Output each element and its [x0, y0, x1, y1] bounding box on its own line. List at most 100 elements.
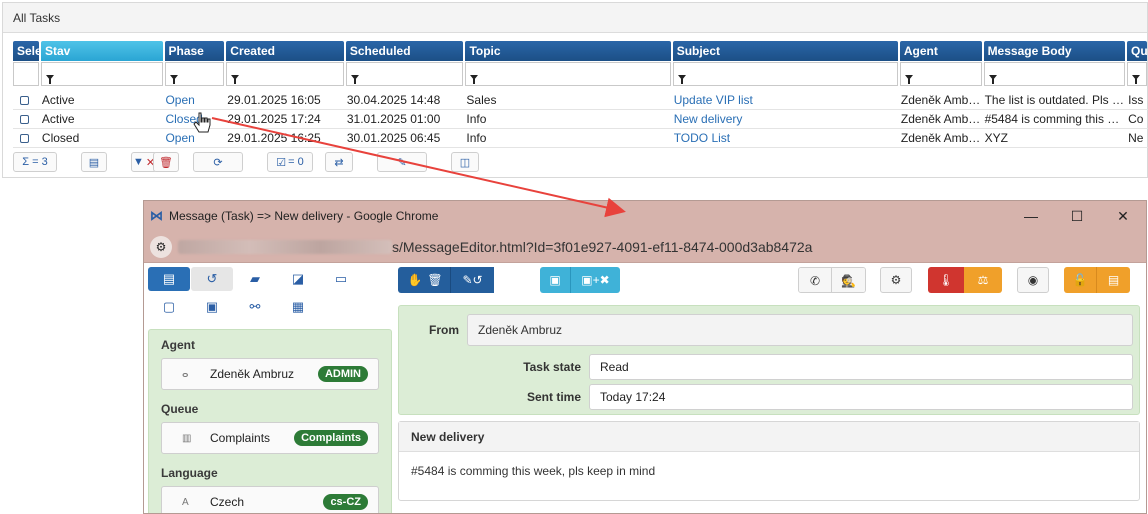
cell-phase-link[interactable]: Open — [164, 129, 224, 147]
url-bar[interactable]: ⚙ s/MessageEditor.html?Id=3f01e927-4091-… — [144, 231, 1146, 263]
filter-icon[interactable] — [988, 75, 997, 84]
tab-details-icon[interactable]: ▤ — [148, 267, 190, 291]
column-header-agent[interactable]: Agent — [899, 41, 982, 61]
column-header-select[interactable]: Sele — [13, 41, 39, 61]
row-checkbox[interactable] — [20, 115, 29, 124]
table-row[interactable]: Closed Open 29.01.2025 16:25 30.01.2025 … — [13, 129, 1148, 148]
grid-header-row: Sele Stav Phase Created Scheduled Topic … — [13, 41, 1148, 61]
url-text[interactable]: s/MessageEditor.html?Id=3f01e927-4091-ef… — [392, 239, 812, 255]
cell-subject-link[interactable]: New delivery — [673, 110, 898, 128]
tab-contact-card-icon[interactable]: ▭ — [320, 267, 362, 291]
export-icon[interactable]: ▤ — [81, 152, 107, 172]
delete-icon[interactable]: 🗑 — [153, 152, 179, 172]
task-state-value[interactable]: Read — [589, 354, 1133, 380]
window-title: Message (Task) => New delivery - Google … — [169, 209, 439, 223]
message-body[interactable]: #5484 is comming this week, pls keep in … — [399, 452, 1139, 490]
row-select-cell[interactable] — [13, 129, 39, 147]
check-circle-icon: ◉ — [1027, 273, 1039, 287]
cell-agent: Zdeněk Amb… — [900, 131, 981, 145]
filter-icon[interactable] — [677, 75, 686, 84]
row-checkbox[interactable] — [20, 96, 29, 105]
edit-undo-button[interactable]: ✎↺ — [450, 267, 494, 293]
filter-cell-phase[interactable] — [164, 62, 225, 86]
row-select-cell[interactable] — [13, 91, 39, 109]
column-header-scheduled[interactable]: Scheduled — [345, 41, 464, 61]
cell-stav: Active — [41, 93, 75, 107]
task-form: From Zdeněk Ambruz Task state Read Sent … — [398, 305, 1140, 415]
spy-icon: 🕵 — [841, 274, 856, 288]
filter-icon[interactable] — [45, 75, 54, 84]
cell-stav: Closed — [41, 131, 80, 145]
filter-cell-queue[interactable] — [1127, 62, 1147, 86]
agent-role-badge: ADMIN — [317, 366, 368, 382]
save-button[interactable]: ▣ — [540, 267, 570, 293]
sent-time-value[interactable]: Today 17:24 — [589, 384, 1133, 410]
agent-card[interactable]: ⴰ Zdeněk Ambruz ADMIN — [161, 358, 379, 390]
language-card[interactable]: A Czech cs-CZ — [161, 486, 379, 513]
refresh-icon[interactable]: ⟳ — [193, 152, 243, 172]
filter-icon[interactable] — [1132, 75, 1141, 84]
row-checkbox[interactable] — [20, 134, 29, 143]
tab-sticky-note-icon[interactable]: ▢ — [148, 295, 190, 319]
phone-button[interactable]: ✆ — [799, 268, 831, 292]
table-row[interactable]: Active Closed 29.01.2025 17:24 31.01.202… — [13, 110, 1148, 129]
cell-phase-link[interactable]: Closed — [164, 110, 224, 128]
cell-phase-link[interactable]: Open — [164, 91, 224, 109]
row-select-cell[interactable] — [13, 110, 39, 128]
edit-columns-icon[interactable]: ✎ — [377, 152, 427, 172]
filter-cell-subject[interactable] — [672, 62, 898, 86]
delete-button[interactable]: 🗑 — [420, 267, 450, 293]
card-button[interactable]: ▤ — [1096, 267, 1130, 293]
filter-icon[interactable] — [169, 75, 178, 84]
temperature-button[interactable]: 🌡 — [928, 267, 964, 293]
column-header-subject[interactable]: Subject — [672, 41, 898, 61]
table-row[interactable]: Active Open 29.01.2025 16:05 30.04.2025 … — [13, 91, 1148, 110]
tab-handshake-icon[interactable]: ⚯ — [234, 295, 276, 319]
filter-cell-select[interactable] — [13, 62, 39, 86]
url-blurred-part — [178, 239, 392, 254]
column-header-stav[interactable]: Stav — [40, 41, 163, 61]
tab-note-icon[interactable]: ◪ — [277, 267, 319, 291]
complete-button[interactable]: ◉ — [1017, 267, 1049, 293]
close-icon[interactable]: ✕ — [1100, 201, 1146, 231]
filter-icon[interactable] — [350, 75, 359, 84]
message-panel: New delivery #5484 is comming this week,… — [398, 421, 1140, 501]
balance-button[interactable]: ⚖ — [964, 267, 1002, 293]
settings-button[interactable]: ⚙ — [880, 267, 912, 293]
site-settings-icon[interactable]: ⚙ — [150, 235, 172, 258]
tab-history-icon[interactable]: ↺ — [191, 267, 233, 291]
column-header-topic[interactable]: Topic — [465, 41, 671, 61]
filter-cell-topic[interactable] — [465, 62, 671, 86]
filter-cell-stav[interactable] — [40, 62, 163, 86]
column-header-message-body[interactable]: Message Body — [983, 41, 1126, 61]
column-header-phase[interactable]: Phase — [164, 41, 225, 61]
maximize-icon[interactable]: ☐ — [1054, 201, 1100, 231]
column-header-queue[interactable]: Qu — [1127, 41, 1147, 61]
filter-cell-created[interactable] — [226, 62, 344, 86]
layout-icon[interactable]: ◫ — [451, 152, 479, 172]
tab-id-card-icon[interactable]: ▣ — [191, 295, 233, 319]
filter-cell-agent[interactable] — [899, 62, 982, 86]
minimize-icon[interactable]: — — [1008, 201, 1054, 231]
cell-topic: Sales — [466, 93, 497, 107]
filter-cell-message-body[interactable] — [983, 62, 1126, 86]
swap-icon[interactable]: ⇄ — [325, 152, 353, 172]
cell-queue: Ne — [1128, 131, 1144, 145]
filter-cell-scheduled[interactable] — [345, 62, 464, 86]
filter-icon[interactable] — [231, 75, 240, 84]
tab-briefcase-icon[interactable]: ▰ — [234, 267, 276, 291]
filter-icon[interactable] — [470, 75, 479, 84]
incognito-button[interactable]: 🕵 — [831, 268, 865, 292]
unlock-button[interactable]: 🔓 — [1064, 267, 1096, 293]
thermometer-icon: 🌡 — [938, 273, 954, 287]
queue-card[interactable]: ▥ Complaints Complaints — [161, 422, 379, 454]
save-close-button[interactable]: ▣+✖ — [570, 267, 620, 293]
cell-subject-link[interactable]: Update VIP list — [673, 91, 898, 109]
filter-icon[interactable] — [904, 75, 913, 84]
queue-icon: ▥ — [182, 432, 192, 444]
tab-calendar-icon[interactable]: ▦ — [277, 295, 319, 319]
cell-subject-link[interactable]: TODO List — [673, 129, 898, 147]
column-header-created[interactable]: Created — [226, 41, 344, 61]
count-button[interactable]: Σ = 3 — [13, 152, 57, 172]
selected-count-button[interactable]: ☑ = 0 — [267, 152, 313, 172]
